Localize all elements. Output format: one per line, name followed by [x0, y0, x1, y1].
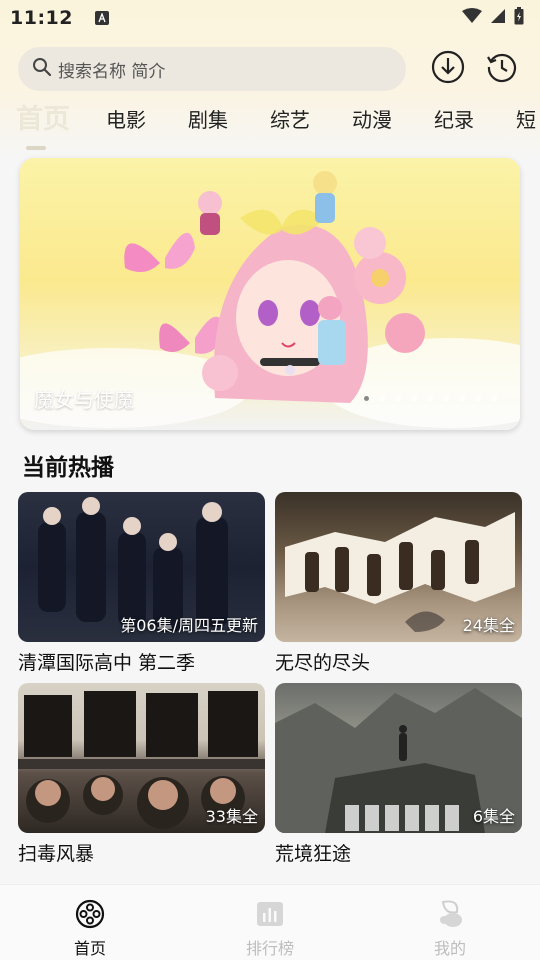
media-card[interactable]: 6集全 荒境狂途	[275, 683, 522, 866]
wifi-icon	[462, 8, 482, 28]
tab-home[interactable]: 首页	[16, 100, 70, 150]
category-tabs: 首页 电影 剧集 综艺 动漫 纪录 短	[16, 100, 540, 150]
episode-badge: 24集全	[462, 616, 515, 635]
media-card[interactable]: 24集全 无尽的尽头	[275, 492, 522, 675]
banner-pagination	[364, 396, 497, 401]
tab-movies[interactable]: 电影	[106, 100, 146, 140]
pagination-dot	[412, 396, 417, 401]
nav-home[interactable]: 首页	[0, 885, 180, 960]
media-title: 扫毒风暴	[18, 843, 95, 865]
media-card[interactable]: 第06集/周四五更新 清潭国际高中 第二季	[18, 492, 265, 675]
media-card[interactable]: 33集全 扫毒风暴	[18, 683, 265, 866]
media-poster: 第06集/周四五更新	[18, 492, 265, 642]
status-bar: 11:12	[0, 0, 540, 36]
banner-title: 魔女与使魔	[34, 388, 134, 412]
ranking-chart-icon	[255, 899, 285, 933]
episode-badge: 6集全	[472, 807, 515, 826]
signal-icon	[490, 8, 506, 28]
tab-label: 首页	[16, 104, 70, 135]
pagination-dot	[460, 396, 465, 401]
pagination-dot	[364, 396, 369, 401]
profile-icon	[435, 899, 465, 933]
nav-label: 首页	[73, 939, 106, 958]
pagination-dot	[476, 396, 481, 401]
search-icon	[32, 57, 52, 81]
tab-indicator	[26, 146, 46, 150]
nav-label: 排行榜	[245, 939, 294, 958]
media-title: 无尽的尽头	[275, 652, 371, 674]
pagination-dot	[492, 396, 497, 401]
notification-app-icon	[94, 11, 109, 25]
download-icon	[431, 50, 465, 88]
media-title: 荒境狂途	[275, 843, 352, 865]
pagination-dot	[444, 396, 449, 401]
battery-icon	[514, 7, 524, 29]
tab-series[interactable]: 剧集	[188, 100, 228, 140]
media-poster: 24集全	[275, 492, 522, 642]
search-input[interactable]: 搜索名称 简介	[18, 47, 407, 91]
tab-anime[interactable]: 动漫	[352, 100, 392, 140]
pagination-dot	[396, 396, 401, 401]
nav-label: 我的	[433, 939, 466, 958]
media-title: 清潭国际高中 第二季	[18, 652, 196, 674]
featured-banner[interactable]: 魔女与使魔	[20, 158, 520, 430]
history-icon	[485, 50, 519, 88]
history-button[interactable]	[482, 49, 522, 89]
media-poster: 33集全	[18, 683, 265, 833]
media-poster: 6集全	[275, 683, 522, 833]
search-row: 搜索名称 简介	[18, 46, 522, 92]
pagination-dot	[428, 396, 433, 401]
download-button[interactable]	[428, 49, 468, 89]
bottom-navigation: 首页 排行榜 我的	[0, 884, 540, 960]
episode-badge: 33集全	[205, 807, 258, 826]
nav-profile[interactable]: 我的	[360, 885, 540, 960]
episode-badge: 第06集/周四五更新	[120, 616, 258, 635]
search-placeholder: 搜索名称 简介	[58, 61, 166, 82]
tab-documentary[interactable]: 纪录	[434, 100, 474, 140]
tab-variety[interactable]: 综艺	[270, 100, 310, 140]
tab-short[interactable]: 短	[516, 100, 536, 140]
pagination-dot	[380, 396, 385, 401]
status-time: 11:12	[10, 7, 73, 29]
film-reel-icon	[75, 899, 105, 933]
nav-ranking[interactable]: 排行榜	[180, 885, 360, 960]
section-title-now-playing: 当前热播	[22, 455, 114, 481]
